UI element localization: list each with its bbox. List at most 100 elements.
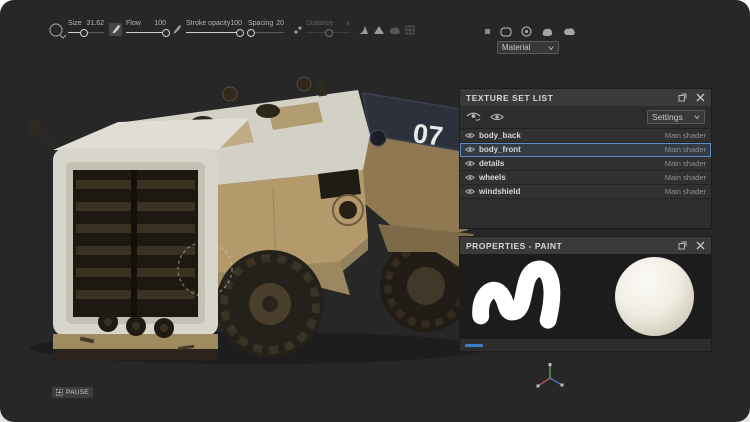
flow-pressure-button[interactable] [170, 23, 183, 36]
size-track[interactable] [68, 32, 104, 33]
grid-button[interactable] [403, 24, 417, 36]
horizontal-scrollbar[interactable] [465, 344, 483, 347]
brush-shape-icon [50, 24, 62, 36]
roof-hatch [256, 104, 280, 118]
texture-set-row-wheels[interactable]: wheels Main shader [460, 171, 711, 185]
orientation-gizmo[interactable] [533, 362, 567, 394]
spacing-knob[interactable] [247, 29, 255, 37]
texture-set-row-body_front[interactable]: body_front Main shader [460, 143, 711, 157]
paint-blob-button[interactable] [541, 27, 554, 37]
environment-button[interactable] [563, 27, 576, 36]
settings-label: Settings [652, 112, 683, 122]
stroke-opacity-value: 100 [230, 20, 242, 28]
exhaust-stack [317, 80, 327, 97]
spacing-slider[interactable]: Spacing20 [248, 20, 284, 38]
distance-value: x [347, 20, 351, 28]
cloud-icon [564, 28, 575, 35]
hood-light [370, 130, 386, 146]
mirror-arm [38, 130, 56, 148]
properties-footer [460, 339, 711, 351]
blob-icon [543, 28, 552, 35]
chevron-down-icon [695, 116, 700, 119]
pause-label: PAUSE [66, 389, 89, 396]
sphere-view-button[interactable] [521, 26, 532, 37]
close-icon [697, 242, 704, 249]
eye-icon[interactable] [469, 176, 472, 179]
falloff-button[interactable] [356, 24, 370, 36]
eye-icon[interactable] [469, 134, 472, 137]
size-pressure-button[interactable] [109, 23, 122, 36]
size-knob[interactable] [80, 29, 88, 37]
texture-set-shader[interactable]: Main shader [665, 145, 706, 154]
close-icon [697, 94, 704, 101]
spacing-track[interactable] [248, 32, 284, 33]
texture-set-list-toolbar: Settings [460, 106, 711, 128]
app-window: 07 [0, 0, 750, 422]
x-axis [538, 378, 550, 386]
texture-set-row-body_back[interactable]: body_back Main shader [460, 129, 711, 143]
material-sphere-preview[interactable] [615, 257, 694, 336]
material-mode-dropdown[interactable]: Material [497, 41, 559, 54]
undock-button[interactable] [678, 93, 687, 102]
distance-label: Distance [306, 20, 333, 28]
stroke-opacity-track[interactable] [186, 32, 242, 33]
flow-knob[interactable] [162, 29, 170, 37]
pause-engine-icon [58, 391, 62, 395]
scatter-button[interactable] [291, 24, 305, 36]
rounded-square-icon [501, 28, 511, 36]
viewport-3d-model[interactable]: 07 [18, 38, 523, 383]
visibility-all-button[interactable] [466, 112, 481, 122]
spacing-value: 20 [276, 20, 284, 28]
projection-button[interactable] [500, 27, 512, 37]
brush-preview-area [460, 254, 711, 339]
engine-pause-button[interactable]: PAUSE [52, 387, 93, 398]
properties-paint-panel: PROPERTIES - PAINT [459, 236, 712, 352]
side-mirror [29, 120, 40, 135]
texture-set-name: body_back [479, 131, 521, 140]
size-label: Size [68, 20, 82, 28]
stroke-opacity-slider[interactable]: Stroke opacity100 [186, 20, 242, 38]
pen-pressure-icon [173, 25, 181, 33]
size-slider[interactable]: Size 31.62 [68, 20, 104, 38]
stroke-opacity-label: Stroke opacity [186, 20, 230, 28]
texture-set-settings-dropdown[interactable]: Settings [647, 110, 705, 124]
size-value: 31.62 [86, 20, 104, 28]
texture-set-shader[interactable]: Main shader [665, 159, 706, 168]
brush-stroke-path [481, 269, 552, 320]
texture-set-name: details [479, 159, 504, 168]
brush-stroke-preview[interactable] [466, 255, 586, 337]
flow-value: 100 [154, 20, 166, 28]
texture-set-shader[interactable]: Main shader [665, 173, 706, 182]
mountain-icon [374, 26, 384, 34]
falloff-curve-icon [358, 26, 368, 34]
eye-icon[interactable] [469, 148, 472, 151]
square-button[interactable] [484, 28, 491, 35]
stroke-opacity-knob[interactable] [236, 29, 244, 37]
height-button[interactable] [372, 24, 386, 36]
stencil-button[interactable] [388, 24, 402, 36]
vehicle-number-decal: 07 [411, 118, 444, 151]
material-mode-value: Material [502, 43, 530, 52]
texture-set-row-details[interactable]: details Main shader [460, 157, 711, 171]
eye-icon[interactable] [469, 190, 472, 193]
solo-visibility-button[interactable] [490, 112, 504, 122]
close-button[interactable] [696, 241, 705, 250]
undock-icon [682, 242, 687, 247]
close-button[interactable] [696, 93, 705, 102]
undock-icon [682, 94, 687, 99]
texture-set-name: wheels [479, 173, 506, 182]
texture-set-shader[interactable]: Main shader [665, 187, 706, 196]
texture-set-shader[interactable]: Main shader [665, 131, 706, 140]
flow-track[interactable] [126, 32, 166, 33]
undock-button[interactable] [678, 241, 687, 250]
front-bumper [53, 334, 218, 351]
chevron-down-icon [549, 46, 554, 49]
eye-refresh-icon [475, 119, 480, 120]
pen-pressure-icon [112, 25, 120, 33]
flow-slider[interactable]: Flow100 [126, 20, 166, 38]
texture-set-row-windshield[interactable]: windshield Main shader [460, 185, 711, 199]
eye-icon[interactable] [469, 162, 472, 165]
brush-shape-selector[interactable] [48, 22, 68, 40]
spacing-label: Spacing [248, 20, 273, 28]
front-cap [53, 118, 250, 150]
